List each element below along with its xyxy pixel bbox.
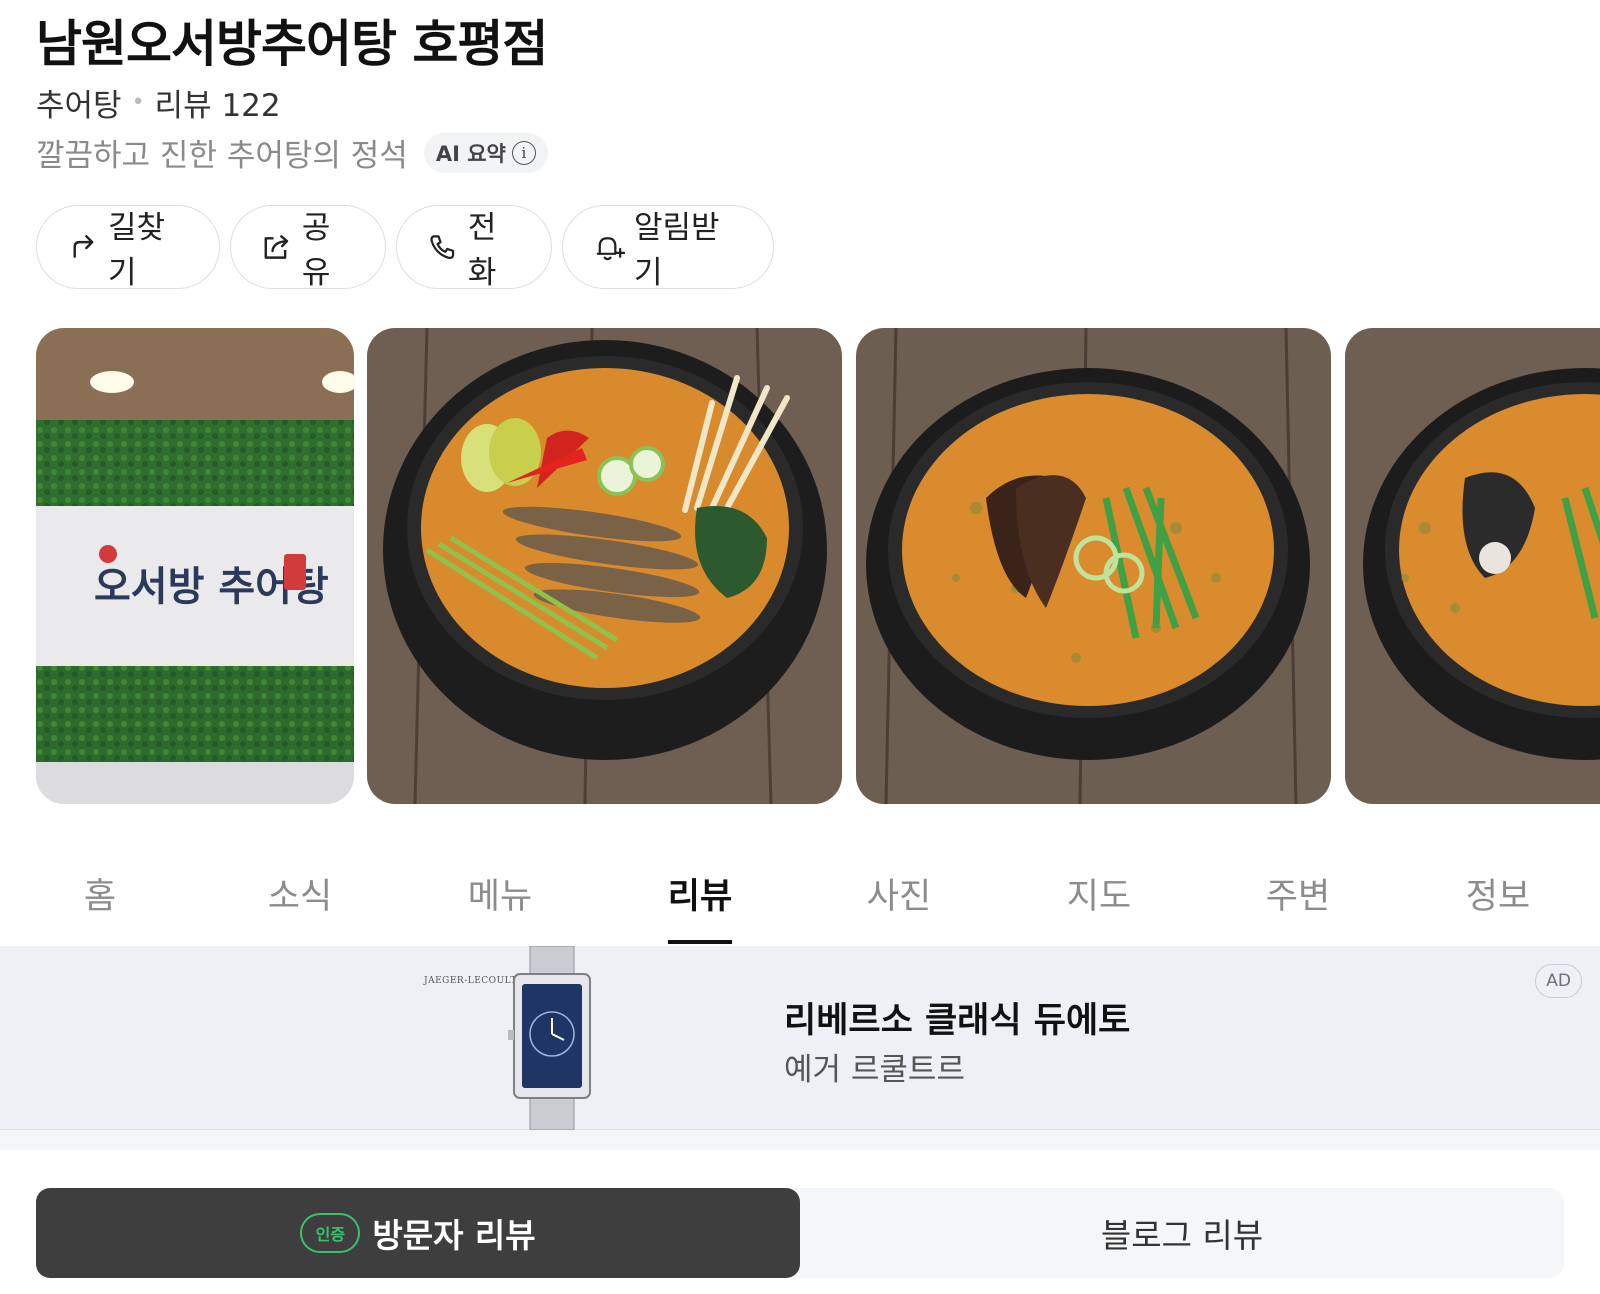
visitor-review-tab[interactable]: 인증 방문자 리뷰 bbox=[36, 1188, 800, 1278]
tab-menu[interactable]: 메뉴 bbox=[468, 868, 532, 919]
call-label: 전화 bbox=[467, 210, 497, 291]
ai-summary-text: 깔끔하고 진한 추어탕의 정석 bbox=[36, 138, 408, 174]
photo-interior-sign[interactable]: 오서방 추어탕 bbox=[36, 328, 354, 804]
tab-reviews[interactable]: 리뷰 bbox=[668, 868, 732, 919]
photo-chueotang-seafood[interactable] bbox=[1345, 328, 1600, 804]
section-divider bbox=[0, 1130, 1600, 1150]
place-tab-bar: 홈 소식 메뉴 리뷰 사진 지도 주변 정보 bbox=[0, 848, 1600, 944]
photo-chueotang-mushroom[interactable] bbox=[856, 328, 1331, 804]
tab-nearby[interactable]: 주변 bbox=[1266, 868, 1330, 919]
phone-icon bbox=[430, 235, 455, 259]
blog-review-tab[interactable]: 블로그 리뷰 bbox=[800, 1188, 1564, 1278]
photo-chueotang-fish[interactable] bbox=[367, 328, 842, 804]
summary-row: 깔끔하고 진한 추어탕의 정석 AI 요약 i bbox=[36, 130, 548, 175]
ad-advertiser: 예거 르쿨트르 bbox=[784, 1052, 965, 1088]
info-icon[interactable]: i bbox=[511, 140, 536, 165]
tab-photos[interactable]: 사진 bbox=[867, 868, 931, 919]
place-meta: 추어탕 • 리뷰 122 bbox=[36, 80, 281, 125]
share-label: 공유 bbox=[301, 210, 331, 291]
verified-badge-icon: 인증 bbox=[300, 1213, 361, 1253]
tab-map[interactable]: 지도 bbox=[1067, 868, 1131, 919]
directions-button[interactable]: 길찾기 bbox=[36, 205, 220, 291]
review-type-toggle: 인증 방문자 리뷰 블로그 리뷰 bbox=[36, 1188, 1564, 1278]
watch-image bbox=[508, 946, 591, 1130]
tab-home[interactable]: 홈 bbox=[84, 868, 116, 919]
review-count-link[interactable]: 리뷰 122 bbox=[155, 80, 281, 125]
bell-icon bbox=[596, 237, 626, 261]
chueotang-seafood-image bbox=[1345, 328, 1600, 804]
ad-title[interactable]: 리베르소 클래식 듀에토 bbox=[784, 992, 1130, 1043]
ai-summary-badge[interactable]: AI 요약 i bbox=[423, 132, 548, 173]
tab-info[interactable]: 정보 bbox=[1466, 868, 1530, 919]
ad-tag[interactable]: AD bbox=[1535, 964, 1582, 998]
share-button[interactable]: 공유 bbox=[230, 205, 386, 291]
action-buttons: 길찾기 공유 전화 알림받기 bbox=[36, 205, 774, 291]
directions-icon bbox=[73, 235, 94, 258]
notify-button[interactable]: 알림받기 bbox=[562, 205, 774, 291]
separator-dot: • bbox=[131, 90, 145, 115]
share-icon bbox=[264, 235, 289, 259]
chueotang-fish-image bbox=[367, 328, 842, 804]
call-button[interactable]: 전화 bbox=[396, 205, 552, 291]
chueotang-mushroom-image bbox=[856, 328, 1331, 804]
directions-label: 길찾기 bbox=[107, 210, 165, 291]
place-title: 남원오서방추어탕 호평점 bbox=[36, 15, 548, 73]
tab-news[interactable]: 소식 bbox=[268, 868, 332, 919]
ai-summary-label: AI 요약 bbox=[435, 141, 506, 166]
notify-label: 알림받기 bbox=[634, 210, 720, 291]
ad-banner[interactable]: JAEGER-LECOULTRE 리베르소 클래식 듀에토 예거 르쿨트르 AD bbox=[0, 946, 1600, 1130]
blog-review-label: 블로그 리뷰 bbox=[1100, 1216, 1264, 1255]
interior-sign-image: 오서방 추어탕 bbox=[36, 328, 354, 804]
category-label: 추어탕 bbox=[36, 88, 122, 124]
photo-carousel[interactable]: 오서방 추어탕 bbox=[0, 328, 1600, 804]
active-tab-indicator bbox=[668, 940, 732, 944]
visitor-review-label: 방문자 리뷰 bbox=[372, 1216, 536, 1255]
